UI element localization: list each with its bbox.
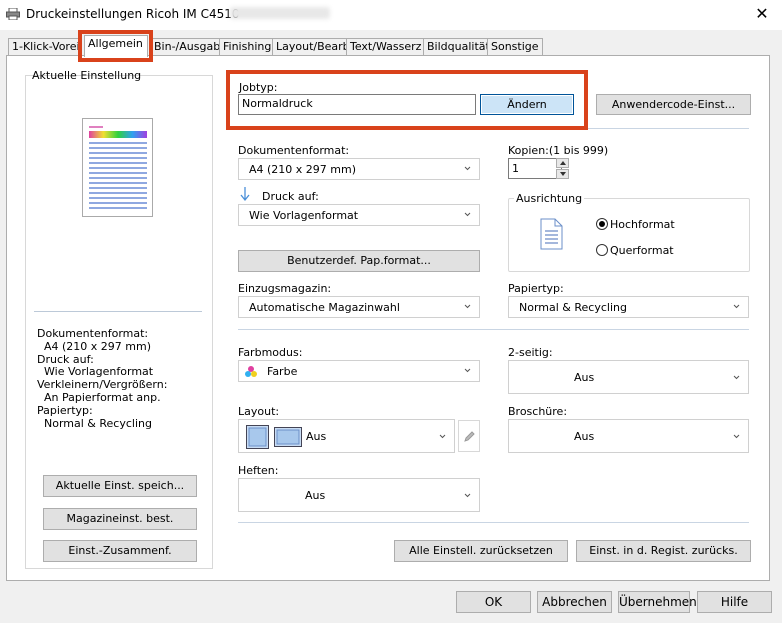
reset-all-button[interactable]: Alle Einstell. zurücksetzen (394, 540, 568, 562)
radio-portrait[interactable] (596, 218, 608, 230)
help-button[interactable]: Hilfe (697, 591, 772, 613)
duplex-label: 2-seitig: (508, 346, 553, 359)
apply-button[interactable]: Übernehmen (618, 591, 697, 613)
chevron-down-icon (560, 172, 566, 176)
custom-paper-format-button[interactable]: Benutzerdef. Pap.format... (238, 250, 480, 272)
chevron-down-icon (464, 368, 471, 373)
copies-up-button[interactable] (556, 158, 569, 168)
save-current-settings-button[interactable]: Aktuelle Einst. speich... (43, 475, 197, 497)
chevron-down-icon (464, 212, 471, 217)
orientation-label: Ausrichtung (514, 192, 585, 205)
papertype-label: Papiertyp: (508, 282, 564, 295)
tab-layout-bearb[interactable]: Layout/Bearb (272, 38, 350, 55)
copies-value: 1 (512, 162, 519, 175)
duplex-select[interactable]: Aus (508, 360, 749, 394)
chevron-down-icon (439, 434, 446, 439)
papertype-select[interactable]: Normal & Recycling (508, 296, 749, 318)
tab-bin-ausgabe[interactable]: Bin-/Ausgabe (150, 38, 227, 55)
docformat-value: A4 (210 x 297 mm) (249, 163, 357, 176)
section-divider (238, 329, 749, 330)
cancel-button[interactable]: Abbrechen (537, 591, 612, 613)
tab-bildqualitaet[interactable]: Bildqualität (423, 38, 490, 55)
print-on-select[interactable]: Wie Vorlagenformat (238, 204, 480, 226)
copies-input[interactable]: 1 (508, 158, 562, 179)
color-dots-icon (245, 366, 257, 377)
tray-value: Automatische Magazinwahl (249, 301, 400, 314)
settings-summary: Dokumentenformat: A4 (210 x 297 mm) Druc… (37, 327, 167, 430)
layout-edit-button[interactable] (458, 420, 480, 452)
page-preview-icon (82, 118, 153, 217)
portrait-label: Hochformat (610, 218, 675, 231)
papertype-value: Normal & Recycling (519, 301, 627, 314)
staple-value: Aus (305, 489, 326, 502)
colormode-select[interactable]: Farbe (238, 360, 480, 382)
summary-label: Dokumentenformat: (37, 327, 149, 340)
portrait-page-icon (540, 218, 563, 250)
staple-select[interactable]: Aus (238, 478, 480, 512)
chevron-up-icon (560, 161, 566, 165)
print-on-value: Wie Vorlagenformat (249, 209, 359, 222)
confirm-tray-settings-button[interactable]: Magazineinst. best. (43, 508, 197, 530)
chevron-down-icon (464, 304, 471, 309)
window-title: Druckeinstellungen Ricoh IM C4510 (26, 7, 240, 21)
booklet-label: Broschüre: (508, 405, 568, 418)
copies-down-button[interactable] (556, 169, 569, 179)
highlight-jobtype (226, 70, 588, 130)
layout-pages-icon (246, 425, 302, 449)
print-on-label: Druck auf: (262, 190, 319, 203)
usercode-settings-button[interactable]: Anwendercode-Einst... (596, 94, 751, 115)
summary-value: Normal & Recycling (44, 416, 152, 430)
tray-label: Einzugsmagazin: (238, 282, 332, 295)
booklet-value: Aus (574, 430, 595, 443)
docformat-select[interactable]: A4 (210 x 297 mm) (238, 158, 480, 180)
current-settings-title: Aktuelle Einstellung (32, 69, 142, 82)
layout-select[interactable]: Aus (238, 419, 455, 453)
tray-select[interactable]: Automatische Magazinwahl (238, 296, 480, 318)
docformat-label: Dokumentenformat: (238, 144, 350, 157)
section-divider (238, 522, 749, 523)
tab-finishing[interactable]: Finishing (219, 38, 276, 55)
radio-landscape[interactable] (596, 244, 608, 256)
settings-summary-button[interactable]: Einst.-Zusammenf. (43, 540, 197, 562)
ok-button[interactable]: OK (456, 591, 531, 613)
summary-value: An Papierformat anp. (44, 390, 161, 404)
chevron-down-icon (464, 493, 471, 498)
layout-label: Layout: (238, 405, 280, 418)
colormode-value: Farbe (267, 365, 298, 378)
summary-label: Papiertyp: (37, 403, 93, 417)
tab-text-wasserz[interactable]: Text/Wasserz (346, 38, 426, 55)
highlight-tab (78, 30, 153, 62)
tab-sonstige[interactable]: Sonstige (487, 38, 543, 55)
redacted-text (230, 7, 330, 19)
colormode-label: Farbmodus: (238, 346, 303, 359)
reset-registry-button[interactable]: Einst. in d. Regist. zurücks. (576, 540, 751, 562)
landscape-label: Querformat (610, 244, 674, 257)
booklet-select[interactable]: Aus (508, 419, 749, 453)
chevron-down-icon (464, 166, 471, 171)
staple-label: Heften: (238, 464, 279, 477)
left-divider (34, 311, 202, 312)
copies-label: Kopien:(1 bis 999) (508, 144, 609, 157)
duplex-value: Aus (574, 371, 595, 384)
printer-icon (6, 8, 20, 20)
pencil-icon (464, 431, 475, 442)
layout-value: Aus (306, 430, 327, 443)
close-icon[interactable]: ✕ (750, 4, 774, 24)
chevron-down-icon (733, 434, 740, 439)
arrow-down-icon (240, 187, 250, 202)
chevron-down-icon (733, 304, 740, 309)
summary-value: A4 (210 x 297 mm) (44, 339, 152, 353)
tab-1-klick[interactable]: 1-Klick-Vorei (8, 38, 82, 55)
chevron-down-icon (733, 375, 740, 380)
